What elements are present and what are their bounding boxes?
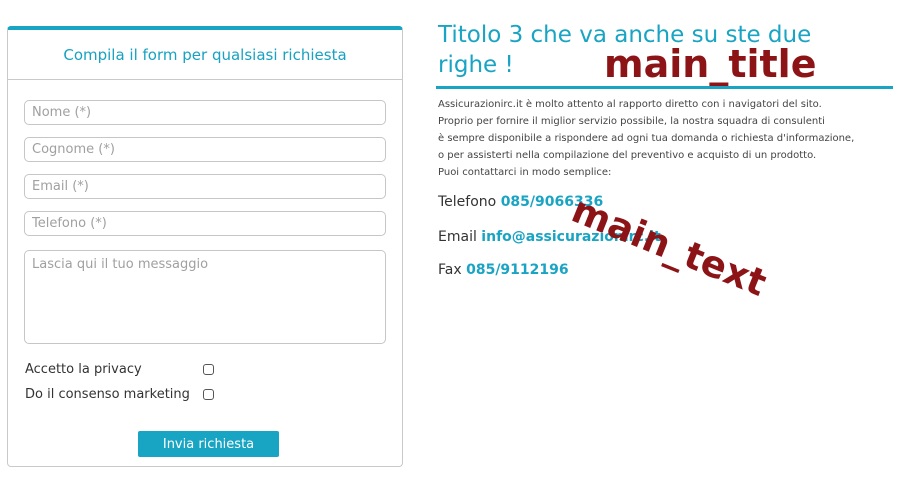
intro-line: è sempre disponibile a rispondere ad ogn… (438, 133, 855, 144)
marketing-label: Do il consenso marketing (25, 386, 190, 402)
intro-line: Assicurazionirc.it è molto attento al ra… (438, 99, 822, 110)
privacy-row: Accetto la privacy (25, 359, 225, 379)
title-divider (436, 86, 893, 89)
intro-line: Proprio per fornire il miglior servizio … (438, 116, 825, 127)
marketing-checkbox[interactable] (203, 388, 214, 400)
main-title-tag: main_title (604, 42, 817, 86)
fax-label: Fax (438, 262, 462, 278)
intro-line: o per assisterti nella compilazione del … (438, 150, 817, 161)
phone-input[interactable] (24, 211, 386, 236)
fax-value[interactable]: 085/9112196 (466, 262, 569, 278)
form-heading: Compila il form per qualsiasi richiesta (8, 30, 402, 80)
intro-text: Assicurazionirc.it è molto attento al ra… (438, 96, 858, 181)
intro-line: Puoi contattarci in modo semplice: (438, 167, 612, 178)
surname-input[interactable] (24, 137, 386, 162)
phone-label: Telefono (438, 194, 497, 210)
email-label: Email (438, 229, 477, 245)
privacy-label: Accetto la privacy (25, 361, 142, 377)
message-textarea[interactable] (24, 250, 386, 344)
submit-button[interactable]: Invia richiesta (138, 431, 279, 457)
email-input[interactable] (24, 174, 386, 199)
name-input[interactable] (24, 100, 386, 125)
main-text-tag: main_text (565, 188, 773, 305)
privacy-checkbox[interactable] (203, 363, 214, 375)
marketing-row: Do il consenso marketing (25, 384, 225, 404)
fax-line: Fax 085/9112196 (438, 262, 569, 278)
contact-form-card: Compila il form per qualsiasi richiesta … (7, 26, 403, 467)
